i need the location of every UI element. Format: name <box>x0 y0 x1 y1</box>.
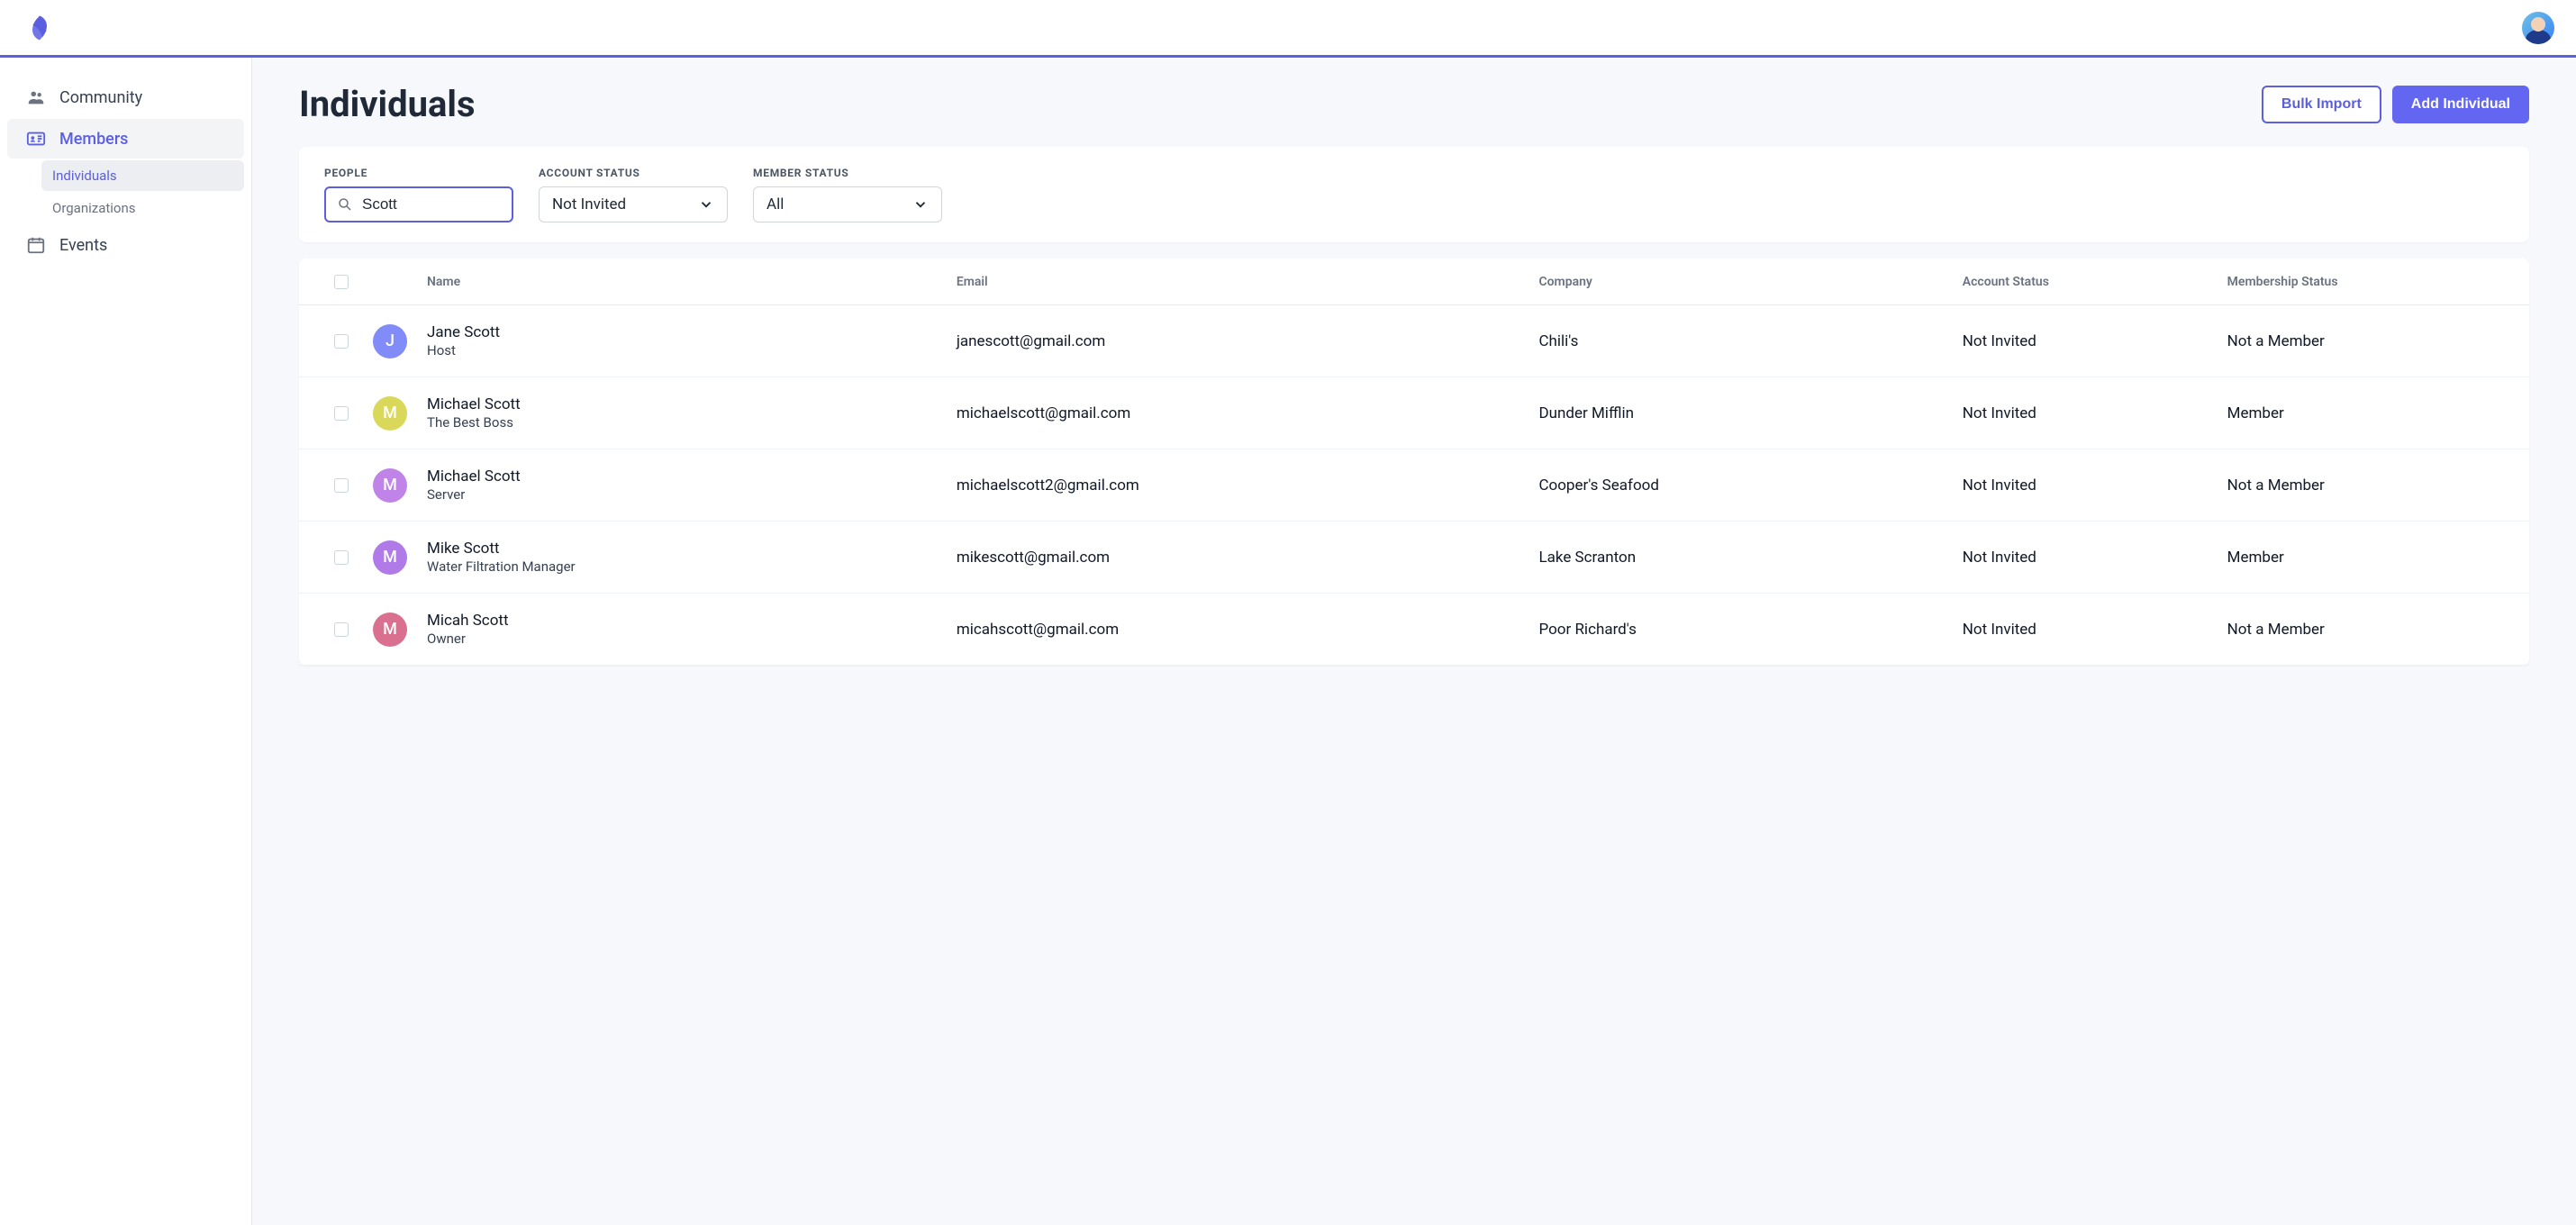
layout: Community Members Individuals Organizati… <box>0 58 2576 1225</box>
row-company: Dunder Mifflin <box>1538 404 1962 422</box>
row-membership-status: Not a Member <box>2227 476 2518 495</box>
search-input-wrapper[interactable] <box>324 186 513 222</box>
row-role: Server <box>427 486 957 503</box>
avatar: M <box>373 468 407 503</box>
th-email[interactable]: Email <box>957 275 1539 289</box>
filter-account-status-label: ACCOUNT STATUS <box>539 167 728 179</box>
row-membership-status: Member <box>2227 404 2518 422</box>
leaf-icon <box>23 12 56 44</box>
table-row[interactable]: M Michael ScottThe Best Bossmichaelscott@… <box>299 377 2529 449</box>
row-company: Cooper's Seafood <box>1538 476 1962 495</box>
sidebar-community-label: Community <box>59 88 142 107</box>
table-row[interactable]: M Michael ScottServermichaelscott2@gmail.… <box>299 449 2529 522</box>
page-title: Individuals <box>299 83 476 125</box>
row-checkbox[interactable] <box>334 550 349 565</box>
row-name: Micah Scott <box>427 612 957 630</box>
row-role: Owner <box>427 631 957 647</box>
avatar: M <box>373 540 407 575</box>
row-role: The Best Boss <box>427 414 957 431</box>
row-checkbox[interactable] <box>334 334 349 349</box>
th-name[interactable]: Name <box>427 275 957 289</box>
individuals-table: Name Email Company Account Status Member… <box>299 259 2529 666</box>
main-content: Individuals Bulk Import Add Individual P… <box>252 58 2576 1225</box>
sidebar-item-members[interactable]: Members <box>7 119 244 159</box>
search-input[interactable] <box>362 195 561 213</box>
select-all-checkbox[interactable] <box>334 275 349 289</box>
filter-people: PEOPLE <box>324 167 513 222</box>
row-company: Lake Scranton <box>1538 549 1962 567</box>
logo[interactable] <box>22 10 58 46</box>
row-name: Michael Scott <box>427 395 957 413</box>
row-email: michaelscott@gmail.com <box>957 404 1539 422</box>
row-membership-status: Not a Member <box>2227 332 2518 350</box>
row-membership-status: Not a Member <box>2227 621 2518 639</box>
row-account-status: Not Invited <box>1963 549 2227 567</box>
page-header: Individuals Bulk Import Add Individual <box>299 83 2529 125</box>
filter-account-status: ACCOUNT STATUS Not Invited <box>539 167 728 222</box>
th-account-status[interactable]: Account Status <box>1963 275 2227 289</box>
user-avatar[interactable] <box>2522 12 2554 44</box>
sidebar-subitem-organizations[interactable]: Organizations <box>41 193 244 223</box>
avatar: M <box>373 612 407 647</box>
row-account-status: Not Invited <box>1963 621 2227 639</box>
row-membership-status: Member <box>2227 549 2518 567</box>
row-account-status: Not Invited <box>1963 332 2227 350</box>
row-company: Chili's <box>1538 332 1962 350</box>
row-role: Water Filtration Manager <box>427 558 957 575</box>
account-status-select[interactable]: Not Invited <box>539 186 728 222</box>
row-role: Host <box>427 342 957 358</box>
bulk-import-button[interactable]: Bulk Import <box>2262 86 2381 123</box>
table-row[interactable]: M Mike ScottWater Filtration Managermikes… <box>299 522 2529 594</box>
table-row[interactable]: M Micah ScottOwnermicahscott@gmail.comPoo… <box>299 594 2529 666</box>
row-account-status: Not Invited <box>1963 476 2227 495</box>
member-status-select[interactable]: All <box>753 186 942 222</box>
id-card-icon <box>25 128 47 150</box>
row-checkbox[interactable] <box>334 406 349 421</box>
table-header: Name Email Company Account Status Member… <box>299 259 2529 305</box>
topbar <box>0 0 2576 58</box>
sidebar-members-label: Members <box>59 130 128 149</box>
row-checkbox[interactable] <box>334 478 349 493</box>
table-body: J Jane ScottHostjanescott@gmail.comChili'… <box>299 305 2529 666</box>
filter-people-label: PEOPLE <box>324 167 513 179</box>
chevron-down-icon <box>912 196 929 213</box>
row-company: Poor Richard's <box>1538 621 1962 639</box>
sidebar-item-events[interactable]: Events <box>7 225 244 265</box>
page-actions: Bulk Import Add Individual <box>2262 86 2529 123</box>
people-icon <box>25 86 47 108</box>
row-checkbox[interactable] <box>334 622 349 637</box>
row-account-status: Not Invited <box>1963 404 2227 422</box>
row-email: janescott@gmail.com <box>957 332 1539 350</box>
sidebar-subitem-individuals[interactable]: Individuals <box>41 160 244 191</box>
sidebar: Community Members Individuals Organizati… <box>0 58 252 1225</box>
sidebar-events-label: Events <box>59 236 107 255</box>
filter-card: PEOPLE ACCOUNT STATUS Not Invited <box>299 147 2529 242</box>
row-name: Jane Scott <box>427 323 957 341</box>
row-name: Mike Scott <box>427 540 957 558</box>
member-status-value: All <box>766 195 784 213</box>
row-email: michaelscott2@gmail.com <box>957 476 1539 495</box>
avatar: M <box>373 396 407 431</box>
table-row[interactable]: J Jane ScottHostjanescott@gmail.comChili'… <box>299 305 2529 377</box>
add-individual-button[interactable]: Add Individual <box>2392 86 2529 123</box>
row-name: Michael Scott <box>427 467 957 485</box>
row-email: micahscott@gmail.com <box>957 621 1539 639</box>
sidebar-item-community[interactable]: Community <box>7 77 244 117</box>
search-icon <box>337 196 353 213</box>
chevron-down-icon <box>698 196 714 213</box>
th-membership-status[interactable]: Membership Status <box>2227 275 2518 289</box>
th-company[interactable]: Company <box>1538 275 1962 289</box>
filter-member-status-label: MEMBER STATUS <box>753 167 942 179</box>
sidebar-members-submenu: Individuals Organizations <box>41 160 244 223</box>
avatar: J <box>373 324 407 358</box>
row-email: mikescott@gmail.com <box>957 549 1539 567</box>
account-status-value: Not Invited <box>552 195 626 213</box>
filter-member-status: MEMBER STATUS All <box>753 167 942 222</box>
calendar-icon <box>25 234 47 256</box>
